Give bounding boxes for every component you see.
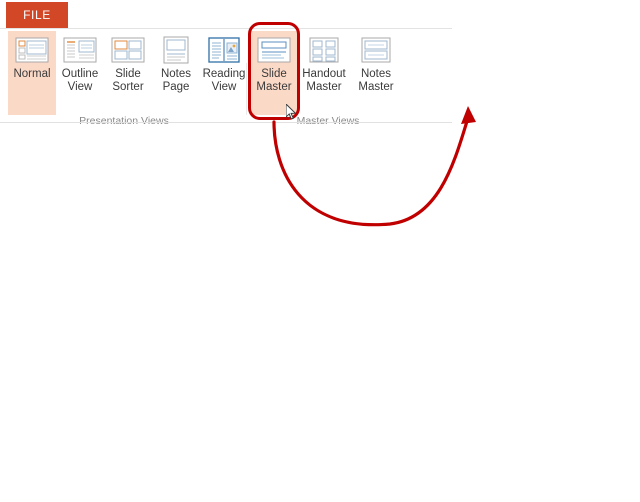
slide-master-label: Slide Master bbox=[248, 68, 300, 94]
ribbon-bottom-divider bbox=[0, 122, 452, 123]
normal-view-label-line1: Normal bbox=[13, 68, 51, 80]
normal-view-icon bbox=[15, 35, 49, 65]
notes-page-label-line1: Notes bbox=[160, 68, 192, 80]
master-views-group-caption: Master Views bbox=[296, 115, 360, 127]
reading-view-label-line1: Reading bbox=[202, 68, 246, 80]
reading-view-icon bbox=[207, 35, 241, 65]
outline-view-icon bbox=[63, 35, 97, 65]
notes-master-label-line2: Master bbox=[358, 81, 394, 93]
outline-view-label: Outline View bbox=[54, 68, 106, 94]
slide-master-button[interactable]: Slide Master bbox=[250, 31, 298, 115]
slide-sorter-button[interactable]: Slide Sorter bbox=[104, 31, 152, 115]
outline-view-button[interactable]: Outline View bbox=[56, 31, 104, 115]
ribbon-group-divider bbox=[246, 63, 247, 115]
ribbon: FILE Normal Outline View Slide Sorter No… bbox=[0, 0, 452, 140]
handout-master-label: Handout Master bbox=[298, 68, 350, 94]
file-tab[interactable]: FILE bbox=[6, 2, 68, 28]
slide-sorter-label: Slide Sorter bbox=[102, 68, 154, 94]
notes-master-label: Notes Master bbox=[350, 68, 402, 94]
handout-master-button[interactable]: Handout Master bbox=[300, 31, 348, 115]
notes-page-button[interactable]: Notes Page bbox=[152, 31, 200, 115]
handout-master-label-line1: Handout bbox=[302, 68, 346, 80]
outline-view-label-line1: Outline bbox=[61, 68, 99, 80]
ribbon-body: Normal Outline View Slide Sorter Notes P… bbox=[0, 29, 452, 127]
handout-master-icon bbox=[307, 35, 341, 65]
notes-page-icon bbox=[159, 35, 193, 65]
slide-sorter-label-line2: Sorter bbox=[112, 81, 144, 93]
notes-master-button[interactable]: Notes Master bbox=[352, 31, 400, 115]
notes-page-label-line2: Page bbox=[162, 81, 190, 93]
normal-view-button[interactable]: Normal bbox=[8, 31, 56, 115]
notes-master-label-line1: Notes bbox=[360, 68, 392, 80]
slide-master-label-line1: Slide bbox=[261, 68, 287, 80]
normal-view-label: Normal bbox=[6, 68, 58, 81]
slide-thumbnail-pane[interactable]: 1 Click to edit Master title style • Cli… bbox=[452, 0, 640, 502]
slide-master-icon bbox=[257, 35, 291, 65]
slide-master-label-line2: Master bbox=[256, 81, 292, 93]
reading-view-label-line2: View bbox=[211, 81, 237, 93]
outline-view-label-line2: View bbox=[67, 81, 93, 93]
ribbon-group-presentation-views: Normal Outline View Slide Sorter Notes P… bbox=[4, 29, 245, 127]
reading-view-button[interactable]: Reading View bbox=[200, 31, 248, 115]
notes-master-icon bbox=[359, 35, 393, 65]
slide-sorter-icon bbox=[111, 35, 145, 65]
file-tab-label: FILE bbox=[23, 8, 51, 22]
handout-master-label-line2: Master bbox=[306, 81, 342, 93]
slide-sorter-label-line1: Slide bbox=[115, 68, 141, 80]
ribbon-group-master-views: Slide Master Handout Master Notes Master… bbox=[248, 29, 408, 127]
reading-view-label: Reading View bbox=[198, 68, 250, 94]
notes-page-label: Notes Page bbox=[150, 68, 202, 94]
presentation-views-group-caption: Presentation Views bbox=[79, 115, 169, 127]
